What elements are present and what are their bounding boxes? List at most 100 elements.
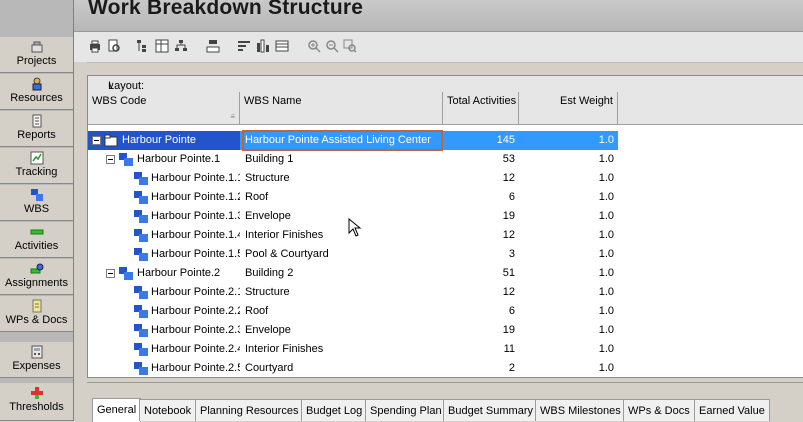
column-header-wbs-code[interactable]: WBS Code ≡ bbox=[88, 92, 240, 125]
nav-assignments[interactable]: Assignments bbox=[0, 259, 73, 295]
est-weight-cell[interactable]: 1.0 bbox=[519, 359, 618, 377]
total-activities-cell[interactable]: 3 bbox=[443, 245, 519, 264]
wbs-code-cell[interactable]: Harbour Pointe.2 bbox=[88, 264, 240, 283]
total-activities-cell[interactable]: 12 bbox=[443, 169, 519, 188]
est-weight-cell[interactable]: 1.0 bbox=[519, 283, 618, 302]
table-row[interactable]: Harbour Pointe.2.1 Structure 12 1.0 bbox=[88, 283, 803, 302]
est-weight-cell[interactable]: 1.0 bbox=[519, 340, 618, 359]
wbs-code-cell[interactable]: Harbour Pointe bbox=[88, 131, 240, 150]
nav-tracking[interactable]: Tracking bbox=[0, 148, 73, 184]
total-activities-cell[interactable]: 19 bbox=[443, 321, 519, 340]
tree-view-icon[interactable] bbox=[136, 39, 150, 53]
nav-thresholds[interactable]: Thresholds bbox=[0, 383, 73, 421]
wbs-code-cell[interactable]: Harbour Pointe.1.3 bbox=[88, 207, 240, 226]
table-row[interactable]: Harbour Pointe.1 Building 1 53 1.0 bbox=[88, 150, 803, 169]
zoom-out-icon[interactable] bbox=[325, 39, 339, 53]
total-activities-cell[interactable]: 12 bbox=[443, 283, 519, 302]
column-header-est-weight[interactable]: Est Weight bbox=[519, 92, 618, 125]
wbs-code-cell[interactable]: Harbour Pointe.1.5 bbox=[88, 245, 240, 264]
total-activities-cell[interactable]: 19 bbox=[443, 207, 519, 226]
table-row[interactable]: Harbour Pointe.2 Building 2 51 1.0 bbox=[88, 264, 803, 283]
zoom-fit-icon[interactable] bbox=[343, 39, 357, 53]
tab-wbs-milestones[interactable]: WBS Milestones bbox=[535, 399, 626, 421]
est-weight-cell[interactable]: 1.0 bbox=[519, 207, 618, 226]
wbs-name-cell[interactable]: Interior Finishes bbox=[240, 340, 443, 359]
tab-wps-docs[interactable]: WPs & Docs bbox=[623, 399, 695, 421]
wbs-name-cell[interactable]: Envelope bbox=[240, 207, 443, 226]
nav-activities[interactable]: Activities bbox=[0, 222, 73, 258]
wbs-code-cell[interactable]: Harbour Pointe.1.1 bbox=[88, 169, 240, 188]
wbs-code-cell[interactable]: Harbour Pointe.2.4 bbox=[88, 340, 240, 359]
columns-icon[interactable] bbox=[256, 39, 270, 53]
column-header-wbs-name[interactable]: WBS Name bbox=[240, 92, 443, 125]
table-row[interactable]: Harbour Pointe.2.2 Roof 6 1.0 bbox=[88, 302, 803, 321]
table-icon[interactable] bbox=[155, 39, 169, 53]
total-activities-cell[interactable]: 53 bbox=[443, 150, 519, 169]
total-activities-cell[interactable]: 11 bbox=[443, 340, 519, 359]
table-row[interactable]: Harbour Pointe.1.4 Interior Finishes 12 1.0 bbox=[88, 226, 803, 245]
layout-bar[interactable]: ∨ Layout: WBS bbox=[88, 76, 803, 104]
table-row[interactable]: Harbour Pointe.1.3 Envelope 19 1.0 bbox=[88, 207, 803, 226]
est-weight-cell[interactable]: 1.0 bbox=[519, 169, 618, 188]
wbs-name-cell[interactable]: Structure bbox=[240, 283, 443, 302]
est-weight-cell[interactable]: 1.0 bbox=[519, 188, 618, 207]
tab-notebook[interactable]: Notebook bbox=[139, 399, 197, 421]
table-row[interactable]: Harbour Pointe.1.5 Pool & Courtyard 3 1.0 bbox=[88, 245, 803, 264]
tab-budget-log[interactable]: Budget Log bbox=[301, 399, 368, 421]
est-weight-cell[interactable]: 1.0 bbox=[519, 245, 618, 264]
collapse-toggle-icon[interactable] bbox=[92, 136, 101, 145]
wbs-code-cell[interactable]: Harbour Pointe.2.5 bbox=[88, 359, 240, 377]
est-weight-cell[interactable]: 1.0 bbox=[519, 302, 618, 321]
column-header-total-activities[interactable]: Total Activities bbox=[443, 92, 519, 125]
wbs-code-cell[interactable]: Harbour Pointe.2.2 bbox=[88, 302, 240, 321]
total-activities-cell[interactable]: 12 bbox=[443, 226, 519, 245]
layout-icon[interactable] bbox=[275, 39, 289, 53]
nav-wbs[interactable]: WBS bbox=[0, 185, 73, 221]
total-activities-cell[interactable]: 51 bbox=[443, 264, 519, 283]
zoom-in-icon[interactable] bbox=[307, 39, 321, 53]
nav-wps-docs[interactable]: WPs & Docs bbox=[0, 296, 73, 332]
est-weight-cell[interactable]: 1.0 bbox=[519, 131, 618, 150]
collapse-toggle-icon[interactable] bbox=[106, 269, 115, 278]
nav-projects[interactable]: Projects bbox=[0, 37, 73, 73]
table-row[interactable]: Harbour Pointe.2.4 Interior Finishes 11 1.0 bbox=[88, 340, 803, 359]
nav-resources[interactable]: Resources bbox=[0, 74, 73, 110]
wbs-code-cell[interactable]: Harbour Pointe.2.1 bbox=[88, 283, 240, 302]
tab-general[interactable]: General bbox=[92, 398, 142, 422]
tab-spending-plan[interactable]: Spending Plan bbox=[365, 399, 447, 421]
table-row[interactable]: Harbour Pointe.1.2 Roof 6 1.0 bbox=[88, 188, 803, 207]
wbs-code-cell[interactable]: Harbour Pointe.1.4 bbox=[88, 226, 240, 245]
est-weight-cell[interactable]: 1.0 bbox=[519, 321, 618, 340]
wbs-name-cell[interactable]: Courtyard bbox=[240, 359, 443, 377]
wbs-code-cell[interactable]: Harbour Pointe.2.3 bbox=[88, 321, 240, 340]
tab-earned-value[interactable]: Earned Value bbox=[694, 399, 770, 421]
tab-planning-resources[interactable]: Planning Resources bbox=[195, 399, 304, 421]
est-weight-cell[interactable]: 1.0 bbox=[519, 150, 618, 169]
wbs-chart-icon[interactable] bbox=[206, 39, 220, 53]
collapse-toggle-icon[interactable] bbox=[106, 155, 115, 164]
table-row[interactable]: Harbour Pointe.2.3 Envelope 19 1.0 bbox=[88, 321, 803, 340]
print-icon[interactable] bbox=[88, 39, 102, 53]
wbs-code-cell[interactable]: Harbour Pointe.1 bbox=[88, 150, 240, 169]
est-weight-cell[interactable]: 1.0 bbox=[519, 264, 618, 283]
print-preview-icon[interactable] bbox=[107, 39, 121, 53]
wbs-name-cell[interactable]: Roof bbox=[240, 188, 443, 207]
total-activities-cell[interactable]: 6 bbox=[443, 302, 519, 321]
org-chart-icon[interactable] bbox=[174, 39, 188, 53]
est-weight-cell[interactable]: 1.0 bbox=[519, 226, 618, 245]
tab-budget-summary[interactable]: Budget Summary bbox=[443, 399, 538, 421]
table-row[interactable]: Harbour Pointe.2.5 Courtyard 2 1.0 bbox=[88, 359, 803, 377]
total-activities-cell[interactable]: 6 bbox=[443, 188, 519, 207]
table-row[interactable]: Harbour Pointe.1.1 Structure 12 1.0 bbox=[88, 169, 803, 188]
wbs-name-cell[interactable]: Pool & Courtyard bbox=[240, 245, 443, 264]
wbs-code-cell[interactable]: Harbour Pointe.1.2 bbox=[88, 188, 240, 207]
total-activities-cell[interactable]: 145 bbox=[443, 131, 519, 150]
bars-icon[interactable] bbox=[237, 39, 251, 53]
wbs-name-cell[interactable]: Roof bbox=[240, 302, 443, 321]
wbs-name-cell[interactable]: Envelope bbox=[240, 321, 443, 340]
wbs-name-cell[interactable]: Structure bbox=[240, 169, 443, 188]
wbs-name-cell[interactable]: Building 1 bbox=[240, 150, 443, 169]
table-row[interactable]: Harbour Pointe Harbour Pointe Assisted Li… bbox=[88, 131, 803, 150]
wbs-name-cell[interactable]: Interior Finishes bbox=[240, 226, 443, 245]
total-activities-cell[interactable]: 2 bbox=[443, 359, 519, 377]
